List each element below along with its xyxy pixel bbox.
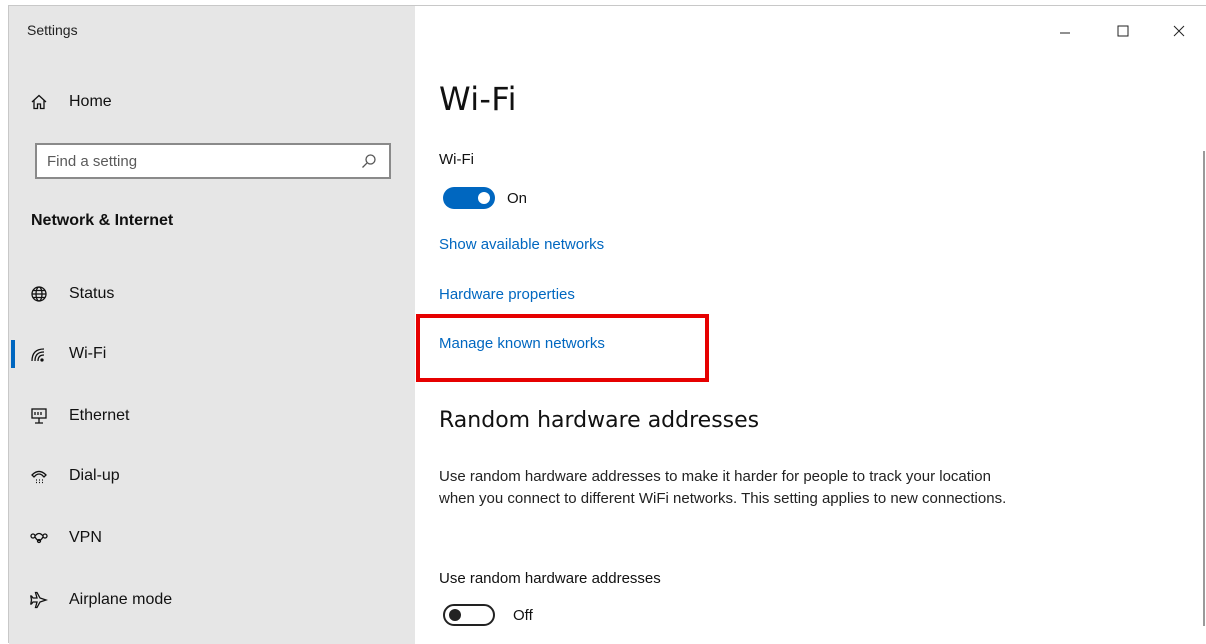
sidebar-item-label: Ethernet — [69, 407, 130, 424]
search-box[interactable] — [35, 143, 391, 179]
main-content: Wi-Fi Wi-Fi On Show available networks H… — [415, 6, 1206, 643]
dialup-icon — [27, 464, 51, 488]
random-hw-heading: Random hardware addresses — [439, 408, 760, 433]
settings-window: Settings Home Network & Internet — [8, 5, 1206, 644]
wifi-toggle-state: On — [507, 190, 528, 207]
sidebar-item-vpn[interactable]: VPN — [9, 516, 415, 560]
sidebar-item-ethernet[interactable]: Ethernet — [9, 394, 415, 438]
nav-home-label: Home — [69, 93, 112, 110]
search-icon[interactable] — [357, 149, 381, 173]
sidebar: Settings Home Network & Internet — [9, 6, 415, 644]
sidebar-item-label: Airplane mode — [69, 591, 173, 608]
sidebar-item-status[interactable]: Status — [9, 272, 415, 316]
sidebar-item-label: Dial-up — [69, 467, 120, 484]
nav-home[interactable]: Home — [9, 80, 415, 124]
random-hw-toggle-label: Use random hardware addresses — [439, 570, 661, 587]
sidebar-item-label: Wi-Fi — [69, 345, 107, 362]
ethernet-icon — [27, 404, 51, 428]
app-title: Settings — [27, 22, 78, 38]
hardware-properties-link[interactable]: Hardware properties — [439, 286, 575, 303]
sidebar-item-label: VPN — [69, 529, 102, 546]
sidebar-item-airplane-mode[interactable]: Airplane mode — [9, 578, 415, 622]
highlight-box — [416, 314, 709, 382]
page-title: Wi-Fi — [439, 80, 517, 118]
home-icon — [27, 90, 51, 114]
wifi-icon — [27, 342, 51, 366]
toggle-knob — [449, 609, 461, 621]
section-title: Network & Internet — [31, 212, 174, 229]
random-hw-toggle-state: Off — [513, 607, 533, 624]
wifi-label: Wi-Fi — [439, 151, 474, 168]
sidebar-item-dialup[interactable]: Dial-up — [9, 454, 415, 498]
search-input[interactable] — [37, 151, 357, 171]
show-available-networks-link[interactable]: Show available networks — [439, 236, 604, 253]
wifi-toggle[interactable] — [443, 187, 495, 209]
random-hw-description: Use random hardware addresses to make it… — [439, 468, 1007, 507]
sidebar-item-wifi[interactable]: Wi-Fi — [9, 332, 415, 376]
scrollbar[interactable] — [1203, 151, 1205, 626]
airplane-icon — [27, 588, 51, 612]
globe-icon — [27, 282, 51, 306]
vpn-icon — [27, 526, 51, 550]
toggle-knob — [478, 192, 490, 204]
sidebar-item-label: Status — [69, 285, 115, 302]
random-hw-toggle[interactable] — [443, 604, 495, 626]
